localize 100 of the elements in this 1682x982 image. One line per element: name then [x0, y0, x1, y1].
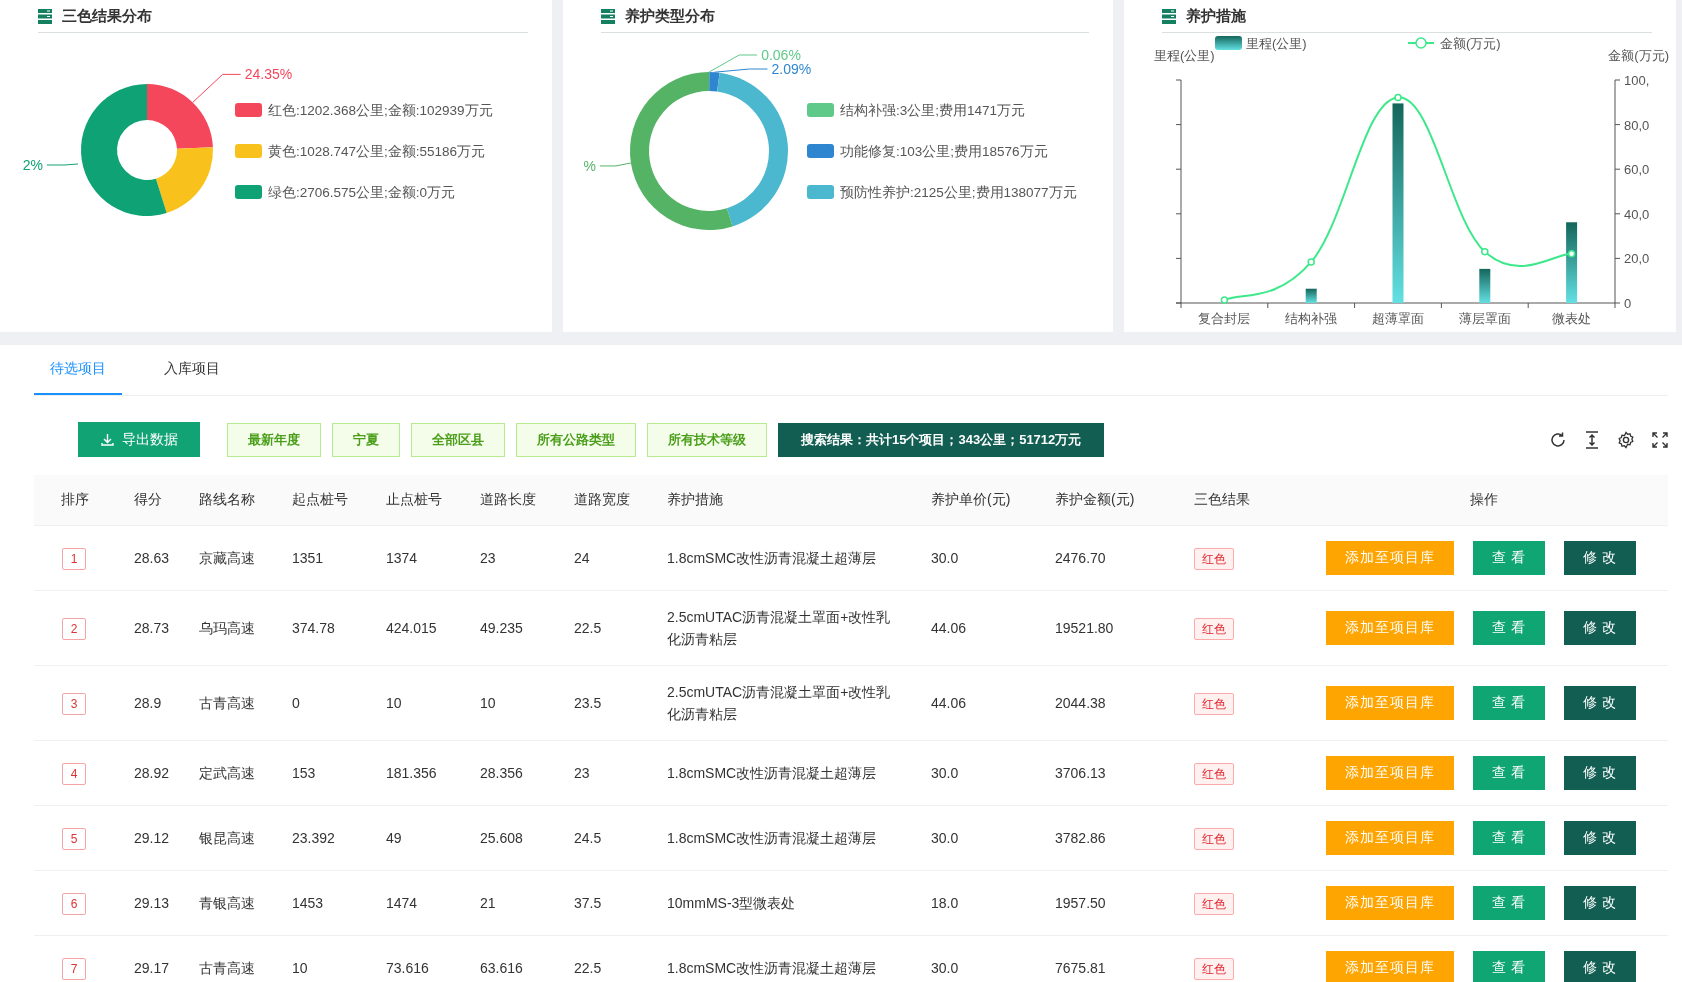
- view-button[interactable]: 查 看: [1473, 821, 1545, 855]
- tab[interactable]: 待选项目: [34, 345, 122, 395]
- table-cell: 1.8cmSMC改性沥青混凝土超薄层: [667, 765, 877, 781]
- table-cell: 23.5: [574, 695, 602, 711]
- edit-button[interactable]: 修 改: [1564, 611, 1636, 645]
- legend-label: 黄色:1028.747公里;金额:55186万元: [268, 144, 486, 159]
- legend-line-icon: [1407, 37, 1435, 49]
- table-cell: 25.608: [480, 830, 523, 846]
- panel-title: 三色结果分布: [62, 6, 152, 26]
- table-cell: 19521.80: [1055, 620, 1114, 636]
- panel-title: 养护类型分布: [625, 6, 715, 26]
- view-button[interactable]: 查 看: [1473, 541, 1545, 575]
- table-cell: 22.5: [574, 960, 602, 976]
- table-cell: 37.5: [574, 895, 602, 911]
- line-point: [1220, 296, 1229, 304]
- add-to-library-button[interactable]: 添加至项目库: [1326, 821, 1454, 855]
- table-cell: 乌玛高速: [199, 620, 255, 636]
- table-cell: 28.73: [134, 620, 170, 636]
- line-point: [1394, 93, 1402, 102]
- column-header: 得分: [134, 491, 162, 507]
- line-point: [1567, 249, 1576, 258]
- category-label: 微表处: [1552, 311, 1592, 326]
- column-height-icon[interactable]: [1584, 430, 1600, 449]
- axis-title: 里程(公里): [1154, 48, 1215, 63]
- line-point: [1481, 247, 1489, 256]
- download-icon: [100, 433, 114, 446]
- percent-label: 2%: [22, 157, 43, 173]
- edit-button[interactable]: 修 改: [1564, 756, 1636, 790]
- panel-title: 养护措施: [1186, 6, 1246, 26]
- color-result-label: 红色: [1194, 762, 1234, 785]
- rank-number: 1: [62, 547, 86, 570]
- filter-tag[interactable]: 所有公路类型: [516, 422, 636, 457]
- table-cell: 28.92: [134, 765, 170, 781]
- list-icon: [1162, 8, 1176, 24]
- rank-number: 5: [62, 827, 86, 850]
- filter-tag[interactable]: 最新年度: [227, 422, 321, 457]
- add-to-library-button[interactable]: 添加至项目库: [1326, 611, 1454, 645]
- settings-icon[interactable]: [1617, 430, 1635, 449]
- table-cell: 44.06: [931, 695, 967, 711]
- table-cell: 49: [386, 830, 402, 846]
- leader-line: [46, 163, 79, 166]
- view-button[interactable]: 查 看: [1473, 756, 1545, 790]
- table-cell: 1453: [292, 895, 324, 911]
- table-cell: 23: [480, 550, 496, 566]
- table-cell: 30.0: [931, 550, 959, 566]
- color-result-label: 红色: [1194, 547, 1234, 570]
- percent-label: %: [583, 157, 596, 174]
- table-cell: 29.12: [134, 830, 170, 846]
- view-button[interactable]: 查 看: [1473, 686, 1545, 720]
- table-cell: 18.0: [931, 895, 959, 911]
- export-button[interactable]: 导出数据: [78, 422, 200, 457]
- edit-button[interactable]: 修 改: [1564, 886, 1636, 920]
- color-result-label: 红色: [1194, 827, 1234, 850]
- table-cell: 1.8cmSMC改性沥青混凝土超薄层: [667, 960, 877, 976]
- add-to-library-button[interactable]: 添加至项目库: [1326, 951, 1454, 982]
- column-header: 路线名称: [199, 491, 255, 507]
- table-cell: 银昆高速: [199, 830, 255, 846]
- tick-label: 80,0: [1624, 117, 1650, 133]
- category-label: 薄层罩面: [1458, 311, 1511, 326]
- fullscreen-icon[interactable]: [1652, 431, 1668, 448]
- legend-swatch: [1215, 36, 1242, 50]
- add-to-library-button[interactable]: 添加至项目库: [1326, 541, 1454, 575]
- edit-button[interactable]: 修 改: [1564, 951, 1636, 982]
- table-cell: 3706.13: [1055, 765, 1106, 781]
- filter-tag[interactable]: 所有技术等级: [647, 422, 767, 457]
- table-cell: 10: [386, 695, 402, 711]
- table-cell: 1957.50: [1055, 895, 1106, 911]
- table-cell: 1374: [386, 550, 418, 566]
- add-to-library-button[interactable]: 添加至项目库: [1326, 686, 1454, 720]
- view-button[interactable]: 查 看: [1473, 951, 1545, 982]
- leader-line: [192, 73, 242, 103]
- table-cell: 28.9: [134, 695, 162, 711]
- legend-label: 绿色:2706.575公里;金额:0万元: [268, 185, 456, 200]
- legend-label: 里程(公里): [1246, 36, 1307, 51]
- rank-number: 2: [62, 617, 86, 640]
- percent-label: 24.35%: [244, 66, 293, 83]
- mileage-bar: [1479, 268, 1491, 303]
- color-result-label: 红色: [1194, 957, 1234, 980]
- view-button[interactable]: 查 看: [1473, 886, 1545, 920]
- filter-tag[interactable]: 宁夏: [332, 422, 400, 457]
- edit-button[interactable]: 修 改: [1564, 686, 1636, 720]
- table-cell: 49.235: [480, 620, 523, 636]
- refresh-icon[interactable]: [1549, 430, 1567, 449]
- tab[interactable]: 入库项目: [148, 345, 236, 395]
- table-cell: 23: [574, 765, 590, 781]
- category-label: 结构补强: [1285, 311, 1338, 326]
- add-to-library-button[interactable]: 添加至项目库: [1326, 886, 1454, 920]
- table-cell: 京藏高速: [199, 550, 255, 566]
- view-button[interactable]: 查 看: [1473, 611, 1545, 645]
- edit-button[interactable]: 修 改: [1564, 821, 1636, 855]
- column-header: 排序: [61, 491, 89, 507]
- add-to-library-button[interactable]: 添加至项目库: [1326, 756, 1454, 790]
- table-cell: 1.8cmSMC改性沥青混凝土超薄层: [667, 830, 877, 846]
- filter-tag[interactable]: 全部区县: [411, 422, 505, 457]
- column-header: 三色结果: [1194, 491, 1250, 507]
- table-cell: 28.356: [480, 765, 523, 781]
- edit-button[interactable]: 修 改: [1564, 541, 1636, 575]
- table-cell: 定武高速: [199, 765, 255, 781]
- color-result-label: 红色: [1194, 617, 1234, 640]
- table-cell: 2044.38: [1055, 695, 1106, 711]
